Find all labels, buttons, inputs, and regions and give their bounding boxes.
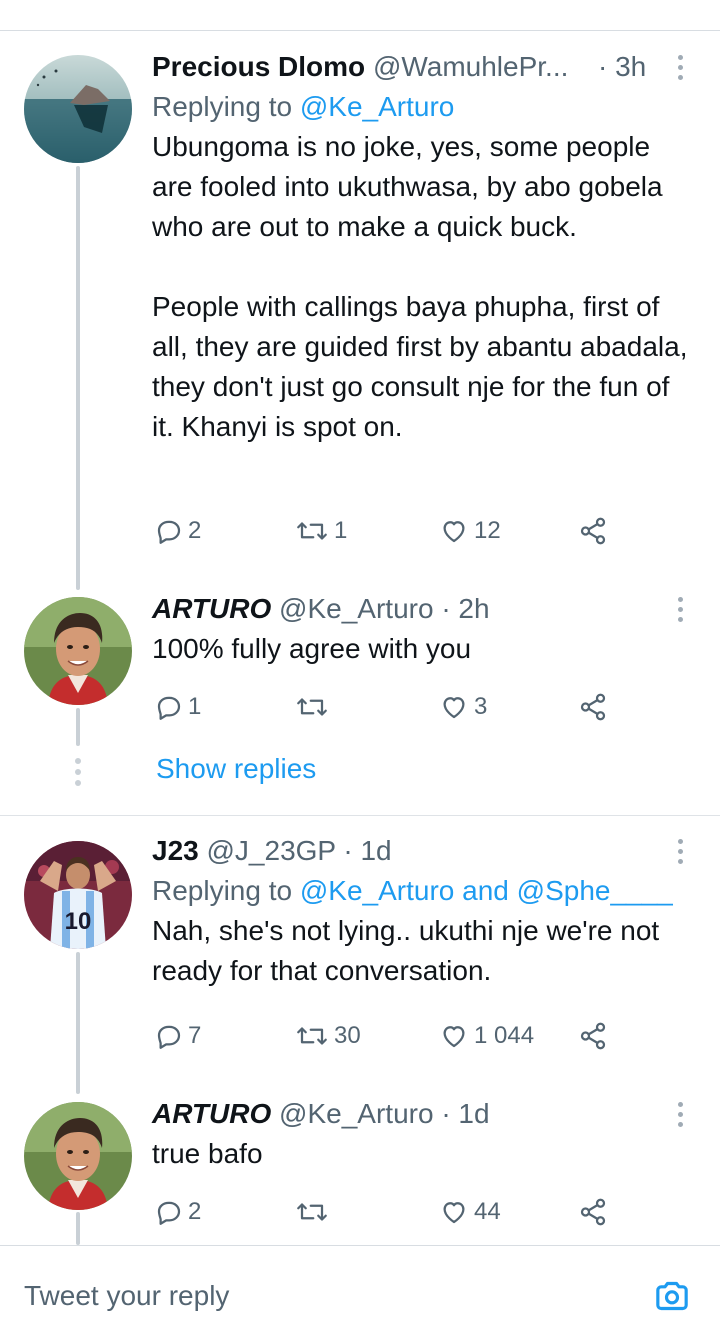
- heart-icon: [438, 692, 470, 722]
- share-icon: [578, 516, 608, 546]
- reply-count: 7: [188, 1022, 202, 1049]
- more-replies-indicator: [74, 758, 82, 786]
- replying-to-link[interactable]: @Ke_Arturo and @Sphe____: [300, 875, 673, 906]
- reply-icon: [154, 1021, 184, 1051]
- user-handle[interactable]: @WamuhlePr...: [373, 51, 568, 82]
- reply-input[interactable]: Tweet your reply: [24, 1276, 229, 1316]
- reply-count: 2: [188, 1198, 202, 1225]
- more-icon[interactable]: [668, 1094, 692, 1134]
- more-icon[interactable]: [668, 831, 692, 871]
- avatar[interactable]: [24, 597, 132, 705]
- heart-icon: [438, 516, 470, 546]
- replying-to: Replying to @Ke_Arturo and @Sphe____: [152, 871, 692, 911]
- tweet-text: Nah, she's not lying.. ukuthi nje we're …: [152, 915, 660, 986]
- tweet-header: J23 @J_23GP · 1d: [152, 831, 692, 871]
- like-button[interactable]: 44: [438, 1190, 501, 1234]
- like-button[interactable]: 1 044: [438, 1014, 534, 1058]
- retweet-icon: [294, 692, 330, 722]
- retweet-icon: [294, 1197, 330, 1227]
- tweet-text: true bafo: [152, 1138, 263, 1169]
- reply-button[interactable]: 1: [154, 685, 201, 729]
- like-button[interactable]: 3: [438, 685, 487, 729]
- timestamp[interactable]: · 1d: [441, 1098, 489, 1129]
- retweet-button[interactable]: [294, 1190, 334, 1234]
- display-name[interactable]: J23: [152, 835, 199, 866]
- replying-to: Replying to @Ke_Arturo: [152, 87, 692, 127]
- retweet-count: 30: [334, 1022, 361, 1049]
- like-button[interactable]: 12: [438, 509, 501, 553]
- tweet-header: Precious Dlomo @WamuhlePr... · 3h: [152, 47, 692, 87]
- share-icon: [578, 1021, 608, 1051]
- tweet-actions: 2 1 12: [152, 509, 622, 553]
- like-count: 3: [474, 693, 488, 720]
- display-name[interactable]: Precious Dlomo: [152, 51, 365, 82]
- svg-text:10: 10: [65, 908, 92, 935]
- tweet-header: ARTURO @Ke_Arturo · 1d: [152, 1094, 692, 1134]
- user-handle[interactable]: @Ke_Arturo: [279, 1098, 434, 1129]
- tweet-text: Ubungoma is no joke, yes, some people ar…: [152, 127, 692, 447]
- like-count: 1 044: [474, 1022, 535, 1049]
- show-replies-link[interactable]: Show replies: [156, 749, 316, 789]
- share-icon: [578, 692, 608, 722]
- retweet-button[interactable]: 1: [294, 509, 347, 553]
- retweet-icon: [294, 516, 330, 546]
- replying-prefix: Replying to: [152, 875, 300, 906]
- tweet-actions: 7 30 1 044: [152, 1014, 622, 1058]
- reply-button[interactable]: 2: [154, 509, 201, 553]
- user-handle[interactable]: @Ke_Arturo: [279, 593, 434, 624]
- tweet-actions: 1 3: [152, 685, 622, 729]
- heart-icon: [438, 1197, 470, 1227]
- reply-button[interactable]: 2: [154, 1190, 201, 1234]
- tweet-text: 100% fully agree with you: [152, 633, 472, 664]
- avatar[interactable]: [24, 55, 132, 163]
- share-icon: [578, 1197, 608, 1227]
- reply-icon: [154, 516, 184, 546]
- thread-line: [76, 166, 80, 590]
- retweet-count: 1: [334, 517, 348, 544]
- retweet-icon: [294, 1021, 330, 1051]
- tweet-paragraph: People with callings baya phupha, first …: [152, 291, 688, 442]
- tweet-header: ARTURO @Ke_Arturo · 2h: [152, 589, 692, 629]
- camera-icon[interactable]: [652, 1276, 692, 1316]
- reply-button[interactable]: 7: [154, 1014, 201, 1058]
- tweet-paragraph: Ubungoma is no joke, yes, some people ar…: [152, 131, 663, 242]
- heart-icon: [438, 1021, 470, 1051]
- avatar[interactable]: 10: [24, 841, 132, 949]
- share-button[interactable]: [578, 509, 608, 553]
- replying-prefix: Replying to: [152, 91, 300, 122]
- user-handle[interactable]: @J_23GP: [207, 835, 336, 866]
- thread-divider: [0, 815, 720, 816]
- retweet-button[interactable]: [294, 685, 334, 729]
- like-count: 44: [474, 1198, 501, 1225]
- retweet-button[interactable]: 30: [294, 1014, 361, 1058]
- share-button[interactable]: [578, 1190, 608, 1234]
- more-icon[interactable]: [668, 589, 692, 629]
- timestamp[interactable]: · 3h: [598, 51, 646, 82]
- thread-line: [76, 1212, 80, 1245]
- like-count: 12: [474, 517, 501, 544]
- replying-to-link[interactable]: @Ke_Arturo: [300, 91, 455, 122]
- reply-count: 2: [188, 517, 202, 544]
- reply-icon: [154, 1197, 184, 1227]
- thread-line: [76, 708, 80, 746]
- more-icon[interactable]: [668, 47, 692, 87]
- tweet-actions: 2 44: [152, 1190, 622, 1234]
- top-divider: [0, 30, 720, 31]
- share-button[interactable]: [578, 685, 608, 729]
- avatar[interactable]: [24, 1102, 132, 1210]
- display-name[interactable]: ARTURO: [152, 1098, 271, 1129]
- timestamp[interactable]: · 1d: [343, 835, 391, 866]
- reply-icon: [154, 692, 184, 722]
- timestamp[interactable]: · 2h: [441, 593, 489, 624]
- display-name[interactable]: ARTURO: [152, 593, 271, 624]
- reply-composer[interactable]: Tweet your reply: [0, 1245, 720, 1332]
- reply-count: 1: [188, 693, 202, 720]
- share-button[interactable]: [578, 1014, 608, 1058]
- thread-line: [76, 952, 80, 1094]
